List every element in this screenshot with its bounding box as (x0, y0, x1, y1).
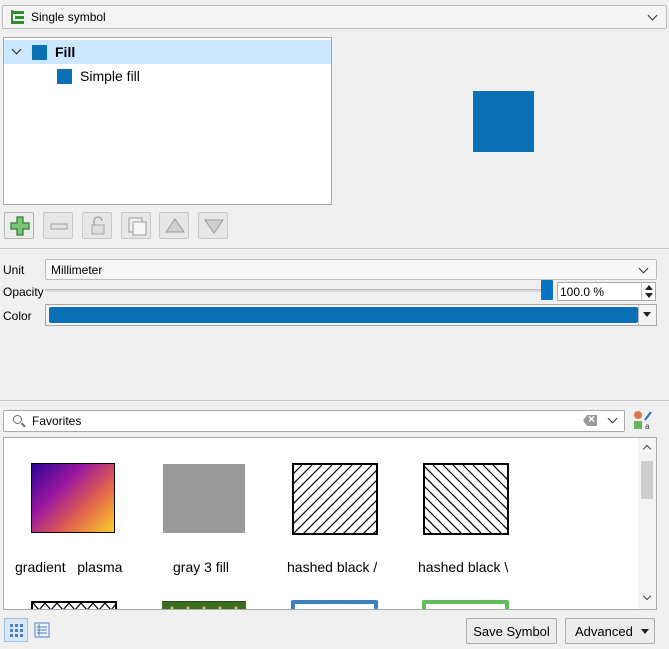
single-symbol-icon (11, 10, 25, 24)
minus-icon (50, 223, 68, 230)
svg-text:a: a (645, 422, 650, 430)
opacity-spinbox[interactable]: 100.0 % (557, 282, 656, 301)
clear-icon[interactable] (583, 415, 597, 426)
fill-swatch-icon (32, 44, 47, 60)
symbol-group-search[interactable] (3, 410, 625, 432)
duplicate-layer-button[interactable] (121, 212, 151, 239)
search-input[interactable] (32, 413, 572, 429)
tree-item-fill[interactable]: Fill (4, 40, 331, 64)
symbol-gray-3-fill[interactable] (163, 464, 245, 533)
color-button[interactable] (45, 304, 657, 326)
symbol-hashed-black-forward[interactable] (292, 463, 378, 535)
symbol-gradient-plasma[interactable] (31, 463, 115, 533)
lock-icon (91, 216, 105, 235)
symbol-label: gradient plasma (15, 559, 123, 575)
renderer-type-dropdown[interactable]: Single symbol (2, 5, 667, 29)
symbol-zigzag-partial[interactable] (31, 601, 117, 610)
grid-view-icon (10, 624, 23, 637)
symbol-label: gray 3 fill (173, 559, 230, 575)
renderer-type-label: Single symbol (31, 10, 106, 24)
save-symbol-label: Save Symbol (473, 623, 550, 639)
unit-select[interactable]: Millimeter (45, 259, 657, 280)
opacity-slider[interactable] (45, 289, 553, 292)
chevron-down-icon[interactable] (607, 413, 618, 424)
triangle-down-icon (204, 219, 224, 234)
tree-item-label: Simple fill (80, 68, 140, 84)
divider (0, 248, 669, 249)
symbol-hashed-black-back[interactable] (423, 463, 509, 535)
symbol-label: hashed black \ (418, 559, 509, 575)
advanced-button[interactable]: Advanced (565, 618, 655, 644)
remove-layer-button[interactable] (43, 212, 73, 239)
chevron-down-icon (647, 10, 658, 21)
plus-icon (10, 216, 30, 236)
search-icon (13, 415, 22, 424)
style-manager-icon: a (634, 411, 652, 431)
scroll-down-icon[interactable] (642, 591, 652, 601)
symbol-label: hashed black / (287, 559, 378, 575)
color-swatch[interactable] (49, 307, 638, 323)
duplicate-icon (128, 217, 147, 236)
spin-up-icon[interactable] (645, 285, 653, 290)
tree-item-label: Fill (55, 44, 76, 60)
opacity-value: 100.0 % (560, 284, 605, 299)
icon-view-button[interactable] (4, 618, 28, 642)
simple-fill-swatch-icon (57, 68, 72, 84)
symbol-list[interactable]: gradient plasma gray 3 fill hashed black… (3, 437, 657, 610)
scroll-up-icon[interactable] (642, 444, 652, 454)
style-manager-button[interactable]: a (633, 410, 653, 431)
symbol-layer-tree[interactable]: Fill Simple fill (3, 37, 332, 205)
color-menu-button[interactable] (638, 305, 656, 325)
opacity-label: Opacity (3, 285, 44, 299)
symbol-preview (473, 91, 534, 152)
triangle-down-icon (641, 629, 649, 634)
scroll-thumb[interactable] (641, 461, 653, 499)
symbol-blue-outline-partial[interactable] (291, 600, 378, 609)
symbol-list-scrollbar[interactable] (638, 438, 656, 609)
spin-down-icon[interactable] (645, 293, 653, 298)
expand-chevron-icon[interactable] (11, 44, 22, 55)
move-up-button[interactable] (159, 212, 189, 239)
triangle-down-icon (643, 312, 651, 317)
chevron-down-icon (638, 263, 649, 274)
unit-value: Millimeter (51, 262, 103, 277)
symbol-green-outline-partial[interactable] (422, 600, 509, 609)
pattern-dots (170, 606, 238, 609)
symbol-green-pattern-partial[interactable] (162, 601, 246, 609)
list-view-button[interactable] (30, 618, 54, 642)
unit-label: Unit (3, 263, 25, 277)
add-layer-button[interactable] (4, 212, 34, 239)
move-down-button[interactable] (198, 212, 228, 239)
opacity-slider-handle[interactable] (541, 280, 553, 300)
advanced-label: Advanced (575, 623, 633, 639)
lock-layer-button[interactable] (82, 212, 112, 239)
color-label: Color (3, 309, 32, 323)
tree-item-simple-fill[interactable]: Simple fill (4, 64, 331, 88)
save-symbol-button[interactable]: Save Symbol (466, 618, 557, 644)
triangle-up-icon (165, 218, 185, 233)
list-view-icon (34, 622, 50, 638)
divider (0, 400, 669, 401)
spin-arrows[interactable] (641, 283, 655, 300)
